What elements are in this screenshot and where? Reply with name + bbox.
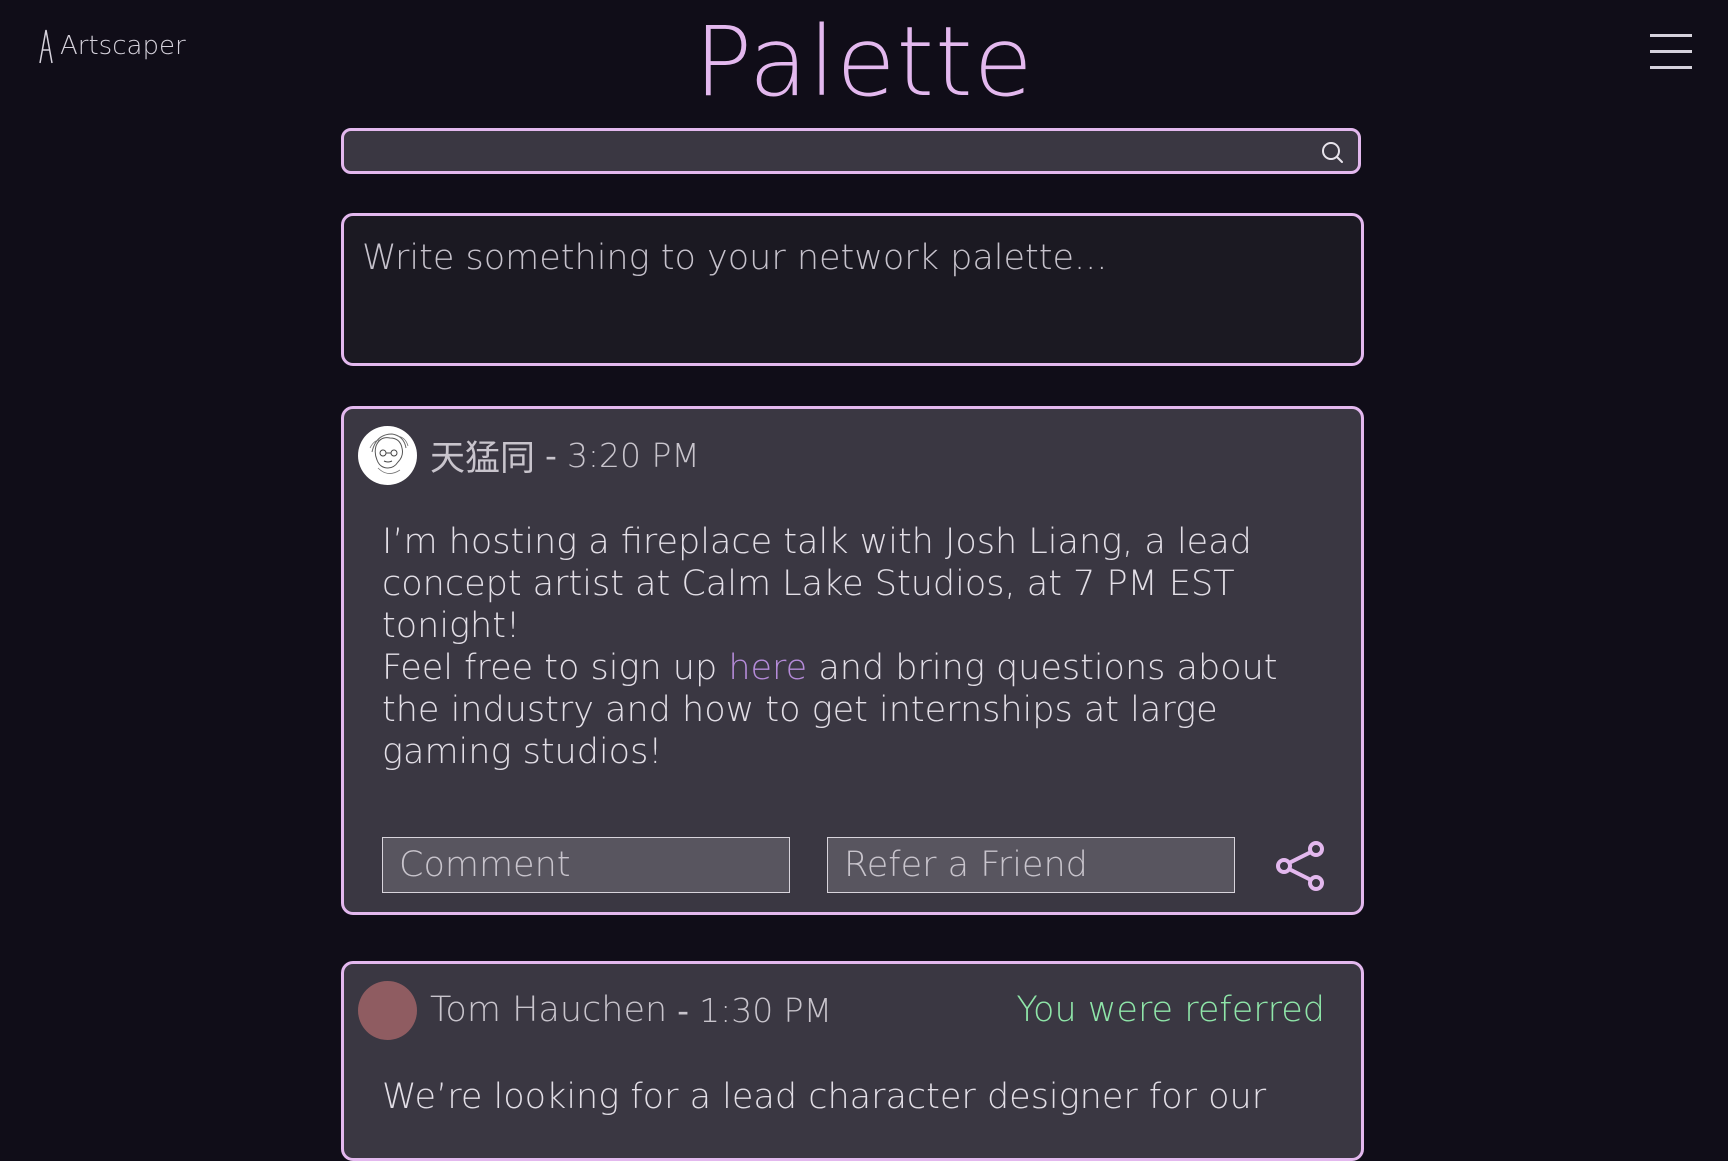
post-time: 1:30 PM xyxy=(699,990,833,1030)
post-body: We’re looking for a lead character desig… xyxy=(382,1076,1302,1118)
post-header: Tom Hauchen - 1:30 PM You were referred xyxy=(358,980,1325,1040)
post-body-paragraph-1: We’re looking for a lead character desig… xyxy=(382,1077,1267,1117)
post-separator: - xyxy=(677,990,690,1030)
post-body-paragraph-2: Feel free to sign up here and bring ques… xyxy=(382,647,1302,773)
post-body: I’m hosting a fireplace talk with Josh L… xyxy=(382,521,1302,773)
search-input[interactable] xyxy=(356,131,1320,173)
post-header: 天猛同 - 3:20 PM xyxy=(358,425,1325,485)
composer-input[interactable] xyxy=(360,236,1344,350)
post-time: 3:20 PM xyxy=(566,435,700,475)
signup-link[interactable]: here xyxy=(728,648,807,688)
post-author[interactable]: 天猛同 xyxy=(430,430,535,481)
post-separator: - xyxy=(545,435,557,475)
post-composer xyxy=(341,213,1364,366)
app-title: Palette xyxy=(694,6,1034,118)
avatar[interactable] xyxy=(358,425,417,485)
comment-input[interactable] xyxy=(382,837,790,893)
post-actions xyxy=(382,837,1324,893)
search-icon[interactable] xyxy=(1320,140,1344,164)
post-card: Tom Hauchen - 1:30 PM You were referred … xyxy=(341,961,1364,1161)
share-icon[interactable] xyxy=(1274,839,1328,893)
hamburger-menu-icon[interactable] xyxy=(1650,30,1692,72)
post-author[interactable]: Tom Hauchen xyxy=(430,990,667,1030)
post-card: 天猛同 - 3:20 PM I’m hosting a fireplace ta… xyxy=(341,406,1364,915)
search-bar xyxy=(341,128,1361,174)
referred-badge: You were referred xyxy=(1016,990,1325,1030)
refer-friend-input[interactable] xyxy=(827,837,1235,893)
post-body-text: Feel free to sign up xyxy=(382,648,729,688)
post-body-paragraph-1: I’m hosting a fireplace talk with Josh L… xyxy=(382,522,1252,646)
top-bar: Artscaper Palette xyxy=(0,0,1728,120)
avatar[interactable] xyxy=(358,980,417,1040)
sketch-portrait-avatar xyxy=(358,426,417,484)
